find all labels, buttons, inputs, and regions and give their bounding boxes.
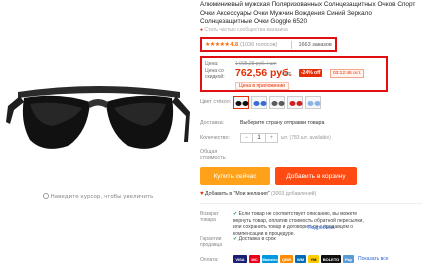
rating-votes[interactable]: (1036 голосов) bbox=[240, 42, 277, 48]
guarantee-text: ✔ Доставка в срок bbox=[233, 236, 276, 242]
add-to-cart-button[interactable]: Добавить в корзину bbox=[275, 167, 357, 185]
heart-icon: ♥ bbox=[200, 191, 204, 197]
return-policy-text: ✔ Если товар не соответствует описанию, … bbox=[233, 211, 373, 237]
mastercard-icon: MC bbox=[249, 255, 260, 263]
wishlist-text: Добавить в "Мои желания" bbox=[205, 191, 270, 197]
boleto-icon: BOLETO bbox=[321, 255, 341, 263]
product-image-pane: Наведите курсор, чтобы увеличить bbox=[0, 0, 196, 272]
zoom-hint-text: Наведите курсор, чтобы увеличить bbox=[50, 194, 154, 200]
wishlist-count: (3003 добавлений) bbox=[271, 191, 317, 197]
total-label-2: стоимость: bbox=[200, 155, 227, 161]
store-subnote[interactable]: ● Стать частью сообщества магазина bbox=[200, 27, 288, 33]
payment-label: Оплата: bbox=[200, 257, 219, 263]
per-unit: / шт. bbox=[282, 71, 292, 77]
rating-stars-icon: ★★★★★ bbox=[205, 42, 230, 48]
check-icon: ✔ bbox=[233, 211, 238, 217]
maestro-icon: Maestro bbox=[262, 255, 278, 263]
wishlist-link[interactable]: ♥ Добавить в "Мои желания" (3003 добавле… bbox=[200, 191, 316, 197]
pay-icon: Pay bbox=[343, 255, 354, 263]
zoom-hint: Наведите курсор, чтобы увеличить bbox=[0, 193, 196, 200]
rating-value: 4.8 bbox=[230, 41, 239, 48]
show-all-payments-link[interactable]: Показать все bbox=[358, 256, 389, 262]
product-info: Алюминиевый мужская Поляризованных Солнц… bbox=[200, 0, 422, 272]
rating-divider bbox=[291, 40, 293, 49]
color-swatch-2[interactable] bbox=[251, 96, 267, 109]
payment-methods: VISA MC Maestro QIWI WM YM BOLETO Pay По… bbox=[233, 255, 389, 263]
availability-text: шт. (783 шт. available) bbox=[281, 135, 331, 141]
rating-box: ★★★★★ 4.8 (1036 голосов) 1663 заказов bbox=[200, 37, 337, 52]
orders-count: 1663 заказов bbox=[298, 41, 332, 48]
webmoney-icon: WM bbox=[295, 255, 306, 263]
return-label-2: товара bbox=[200, 217, 216, 223]
return-more-link[interactable]: Подробнее bbox=[308, 225, 334, 231]
store-subnote-text: Стать частью сообщества магазина bbox=[204, 27, 288, 33]
discount-badge: -24% off bbox=[299, 69, 323, 77]
guarantee-label-2: продавца bbox=[200, 242, 223, 248]
color-swatches bbox=[233, 96, 323, 109]
yandex-money-icon: YM bbox=[308, 255, 319, 263]
price-label: Цена: bbox=[205, 61, 219, 67]
color-swatch-4[interactable] bbox=[287, 96, 303, 109]
qty-minus-button[interactable]: − bbox=[241, 134, 252, 142]
qiwi-icon: QIWI bbox=[280, 255, 293, 263]
countdown-timer: 03:12:46 ост. bbox=[330, 69, 365, 78]
mobile-price-dropdown[interactable]: Цена в приложении bbox=[235, 82, 289, 90]
price-box: Цена: 1 005,28 руб. / шт. Цена со скидко… bbox=[200, 56, 388, 92]
product-title: Алюминиевый мужская Поляризованных Солнц… bbox=[200, 1, 416, 26]
buy-now-button[interactable]: Купить сейчас bbox=[200, 167, 270, 185]
visa-icon: VISA bbox=[233, 255, 247, 263]
qty-plus-button[interactable]: + bbox=[266, 134, 277, 142]
quantity-label: Количество: bbox=[200, 135, 230, 141]
color-swatch-1[interactable] bbox=[233, 96, 249, 109]
magnifier-icon bbox=[42, 193, 49, 199]
color-swatch-3[interactable] bbox=[269, 96, 285, 109]
shipping-label: Доставка: bbox=[200, 120, 225, 126]
discount-price-label: Цена со скидкой: bbox=[205, 68, 225, 80]
color-label: Цвет стёкол: bbox=[200, 99, 232, 105]
quantity-stepper: − 1 + bbox=[240, 133, 278, 143]
product-image[interactable] bbox=[4, 62, 192, 174]
divider bbox=[200, 203, 422, 204]
return-policy-body: Если товар не соответствует описанию, вы… bbox=[233, 211, 364, 237]
color-swatch-5[interactable] bbox=[305, 96, 321, 109]
shield-icon: ✔ bbox=[233, 236, 238, 242]
shipping-select[interactable]: Выберите страну отправки товара bbox=[240, 120, 324, 126]
qty-input[interactable]: 1 bbox=[252, 134, 266, 142]
guarantee-body: Доставка в срок bbox=[238, 236, 276, 242]
